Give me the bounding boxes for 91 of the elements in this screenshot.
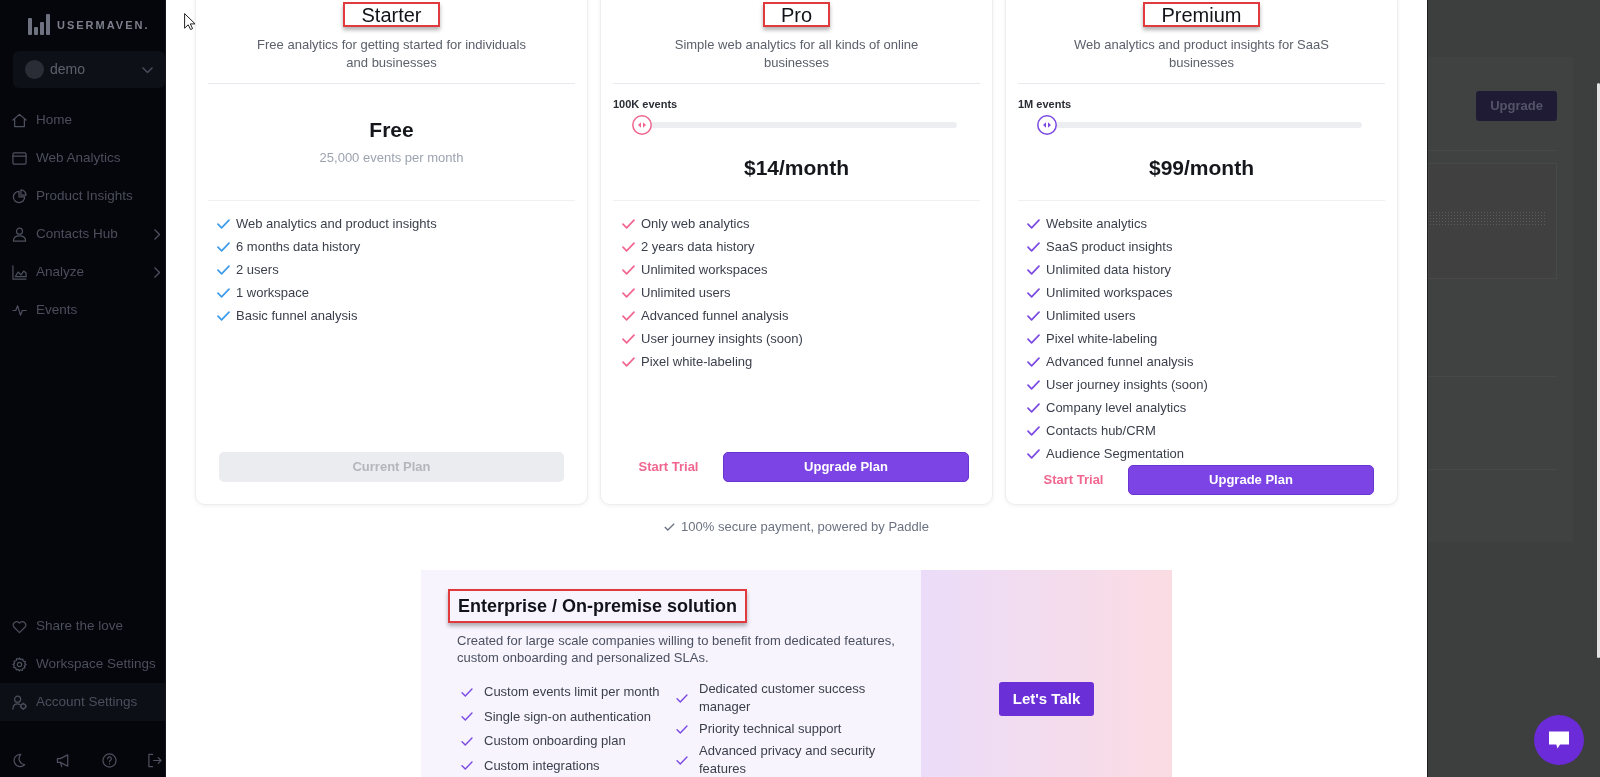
nav-item[interactable]: Product Insights: [0, 177, 165, 215]
scrollbar[interactable]: [1597, 83, 1600, 658]
plan-action-button[interactable]: Upgrade Plan: [1128, 465, 1374, 495]
feature-text: Pixel white-labeling: [641, 352, 753, 371]
speech-bubble-icon: [1548, 730, 1570, 750]
person-gear-icon: [12, 694, 27, 710]
feature-text: Dedicated customer success manager: [699, 680, 867, 716]
check-icon: [461, 736, 473, 746]
feature-text: User journey insights (soon): [641, 329, 803, 348]
feature-text: Priority technical support: [699, 720, 842, 738]
window-icon: [12, 150, 27, 166]
plan-price: Free: [369, 117, 414, 143]
events-label: 100K events: [613, 97, 678, 111]
feature-text: Unlimited users: [641, 283, 731, 302]
price-note: 25,000 events per month: [319, 149, 464, 167]
slider-thumb[interactable]: [632, 115, 652, 135]
feature-text: User journey insights (soon): [1046, 375, 1208, 394]
nav-item[interactable]: Workspace Settings: [0, 645, 165, 683]
feature-text: Custom onboarding plan: [484, 732, 626, 751]
feature-text: Unlimited workspaces: [1046, 283, 1173, 302]
feature-text: SaaS product insights: [1046, 237, 1173, 256]
plan-title: Pro: [780, 3, 813, 26]
slider-thumb[interactable]: [1037, 115, 1057, 135]
settings-icon: [12, 656, 27, 672]
upgrade-button[interactable]: Upgrade: [1476, 91, 1557, 121]
feature-text: Custom integrations: [484, 756, 600, 775]
plan-description: Web analytics and product insights for SaaS businesses: [1073, 36, 1330, 72]
nav-item[interactable]: Contacts Hub: [0, 215, 165, 253]
enterprise-title: Enterprise / On-premise solution: [458, 595, 738, 617]
logo-icon: [28, 14, 50, 35]
slider-track[interactable]: [1037, 115, 1362, 135]
feature-text: Pixel white-labeling: [1046, 329, 1158, 348]
feature-text: Unlimited workspaces: [641, 260, 768, 279]
check-icon: [676, 724, 688, 734]
enterprise-description: Created for large scale companies willing to benefit from dedicated features, custom onboarding and personalized SLAs.: [457, 632, 896, 666]
check-icon: [461, 712, 473, 722]
feature-text: Unlimited data history: [1046, 260, 1171, 279]
logout-icon[interactable]: [147, 752, 162, 768]
feature-text: Contacts hub/CRM: [1046, 421, 1156, 440]
chevron-down-icon: [142, 66, 153, 73]
trial-link[interactable]: Start Trial: [624, 452, 713, 482]
feature-text: Audience Segmentation: [1046, 444, 1185, 463]
plan-title: Starter: [361, 3, 422, 26]
nav-item[interactable]: Share the love: [0, 607, 165, 645]
feature-text: Advanced funnel analysis: [1046, 352, 1194, 371]
feature-text: 1 workspace: [236, 283, 309, 302]
avatar-icon: [25, 60, 44, 79]
trial-link[interactable]: Start Trial: [1029, 465, 1118, 495]
workspace-dropdown[interactable]: demo: [13, 51, 165, 88]
check-icon: [676, 693, 688, 703]
area-chart-icon: [12, 264, 27, 280]
pie-chart-icon: [12, 188, 27, 204]
events-label: 1M events: [1018, 97, 1072, 111]
plan-title: Premium: [1161, 3, 1242, 26]
question-circle-icon[interactable]: [101, 752, 117, 768]
nav-item[interactable]: Events: [0, 291, 165, 329]
plan-description: Simple web analytics for all kinds of online businesses: [673, 36, 920, 72]
feature-text: Website analytics: [1046, 214, 1147, 233]
check-icon: [664, 523, 676, 531]
feature-text: Advanced privacy and security features: [699, 742, 877, 777]
nav-item[interactable]: Analyze: [0, 253, 165, 291]
feature-text: Company level analytics: [1046, 398, 1187, 417]
home-icon: [12, 112, 27, 128]
slider-track[interactable]: [632, 115, 957, 135]
feature-text: 2 users: [236, 260, 279, 279]
feature-text: Only web analytics: [641, 214, 750, 233]
logo-text: USERMAVEN.: [57, 17, 150, 32]
moon-icon[interactable]: [11, 752, 26, 768]
check-icon: [461, 761, 473, 771]
feature-text: Web analytics and product insights: [236, 214, 437, 233]
feature-text: 6 months data history: [236, 237, 361, 256]
plan-action-button[interactable]: Upgrade Plan: [723, 452, 969, 482]
feature-text: Single sign-on authentication: [484, 707, 651, 726]
feature-text: Unlimited users: [1046, 306, 1136, 325]
plan-price: $99/month: [1149, 155, 1254, 181]
person-icon: [12, 226, 27, 242]
check-icon: [676, 755, 688, 765]
lets-talk-button[interactable]: Let's Talk: [998, 682, 1095, 716]
payment-note: 100% secure payment, powered by Paddle: [681, 518, 929, 537]
nav-item[interactable]: Web Analytics: [0, 139, 165, 177]
pulse-icon: [12, 302, 27, 318]
nav-item[interactable]: Home: [0, 101, 165, 139]
heart-icon: [12, 618, 27, 634]
feature-text: 2 years data history: [641, 237, 755, 256]
feature-text: Basic funnel analysis: [236, 306, 358, 325]
feature-text: Advanced funnel analysis: [641, 306, 789, 325]
plan-price: $14/month: [744, 155, 849, 181]
nav-item[interactable]: Account Settings: [0, 683, 165, 721]
plan-description: Free analytics for getting started for individuals and businesses: [256, 36, 527, 72]
feature-text: Custom events limit per month: [484, 683, 660, 702]
check-icon: [461, 687, 473, 697]
